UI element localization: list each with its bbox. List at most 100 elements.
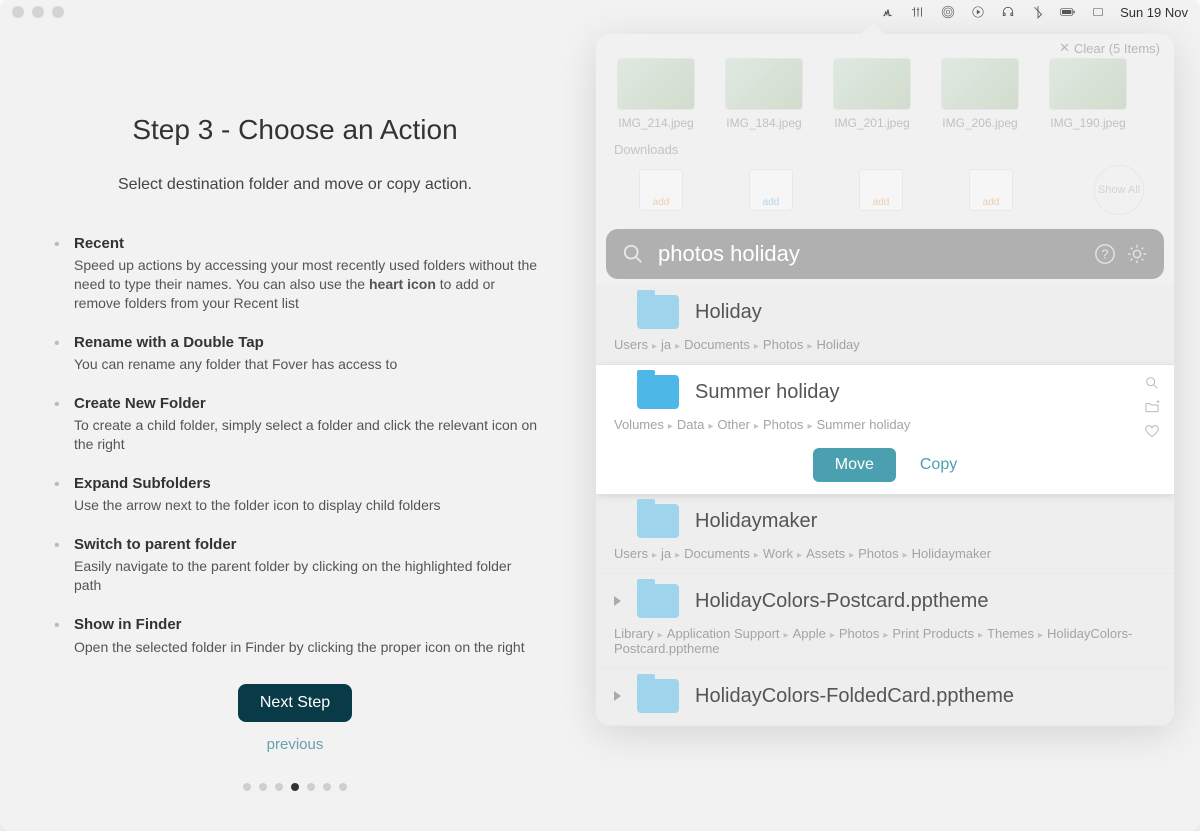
tip-title: Show in Finder xyxy=(74,615,540,635)
show-all-button[interactable]: Show All xyxy=(1094,165,1144,215)
tip-body: Open the selected folder in Finder by cl… xyxy=(74,639,525,655)
pager-dot[interactable] xyxy=(259,783,267,791)
result-head: Holidaymaker xyxy=(614,504,1156,538)
dock-icon xyxy=(1090,5,1106,19)
path-segment: Print Products xyxy=(892,626,974,641)
chevron-right-icon: ▸ xyxy=(883,630,888,641)
pager-dot[interactable] xyxy=(291,783,299,791)
results-list: HolidayUsers▸ja▸Documents▸Photos▸Holiday… xyxy=(596,285,1174,726)
new-folder-icon[interactable] xyxy=(1144,399,1160,415)
download-file-icon: add xyxy=(639,169,683,211)
panel-header: ✕ Clear (5 Items) xyxy=(596,34,1174,58)
upload-status-icon xyxy=(880,5,896,19)
tip-title: Switch to parent folder xyxy=(74,535,540,555)
tip-title: Create New Folder xyxy=(74,394,540,414)
path-segment: Summer holiday xyxy=(816,417,910,432)
path-segment: Photos xyxy=(763,337,803,352)
chevron-right-icon: ▸ xyxy=(652,550,657,561)
airdrop-icon xyxy=(940,5,956,19)
pager-dot[interactable] xyxy=(339,783,347,791)
result-title: Holidaymaker xyxy=(695,510,817,533)
download-item[interactable]: add xyxy=(956,169,1026,211)
minimize-window-button[interactable] xyxy=(32,6,44,18)
thumbnail-image xyxy=(833,58,911,110)
thumbnail-item[interactable]: IMG_201.jpeg xyxy=(828,58,916,130)
move-button[interactable]: Move xyxy=(813,448,896,482)
previous-link[interactable]: previous xyxy=(50,736,540,753)
result-item[interactable]: HolidayUsers▸ja▸Documents▸Photos▸Holiday xyxy=(596,285,1174,365)
headphones-icon xyxy=(1000,5,1016,19)
tip-item: Switch to parent folder Easily navigate t… xyxy=(50,535,540,595)
result-path[interactable]: Library▸Application Support▸Apple▸Photos… xyxy=(614,626,1156,656)
search-icon xyxy=(622,243,644,265)
result-item[interactable]: Summer holidayVolumes▸Data▸Other▸Photos▸… xyxy=(596,365,1174,494)
panel-caret-icon xyxy=(858,23,888,37)
zoom-window-button[interactable] xyxy=(52,6,64,18)
help-icon[interactable]: ? xyxy=(1094,243,1116,265)
search-input[interactable]: photos holiday xyxy=(658,241,1080,267)
expand-triangle-icon[interactable] xyxy=(614,596,621,606)
pager-dot[interactable] xyxy=(323,783,331,791)
chevron-right-icon: ▸ xyxy=(797,550,802,561)
result-item[interactable]: HolidaymakerUsers▸ja▸Documents▸Work▸Asse… xyxy=(596,494,1174,574)
path-segment: Holiday xyxy=(816,337,859,352)
thumbnail-item[interactable]: IMG_184.jpeg xyxy=(720,58,808,130)
chevron-right-icon: ▸ xyxy=(675,550,680,561)
result-path[interactable]: Users▸ja▸Documents▸Work▸Assets▸Photos▸Ho… xyxy=(614,546,1156,561)
expand-triangle-icon[interactable] xyxy=(614,691,621,701)
heart-icon[interactable] xyxy=(1144,423,1160,439)
result-item[interactable]: HolidayColors-FoldedCard.pptheme xyxy=(596,669,1174,726)
result-head: HolidayColors-Postcard.pptheme xyxy=(614,584,1156,618)
activity-icon xyxy=(910,5,926,19)
chevron-right-icon: ▸ xyxy=(784,630,789,641)
thumbnail-label: IMG_201.jpeg xyxy=(834,116,909,130)
copy-button[interactable]: Copy xyxy=(920,456,957,474)
thumbnail-label: IMG_190.jpeg xyxy=(1050,116,1125,130)
content: Step 3 - Choose an Action Select destina… xyxy=(0,24,1200,831)
chevron-right-icon: ▸ xyxy=(668,421,673,432)
thumbnail-label: IMG_214.jpeg xyxy=(618,116,693,130)
next-step-button[interactable]: Next Step xyxy=(238,684,352,722)
thumbnail-item[interactable]: IMG_190.jpeg xyxy=(1044,58,1132,130)
chevron-right-icon: ▸ xyxy=(754,341,759,352)
close-window-button[interactable] xyxy=(12,6,24,18)
chevron-right-icon: ▸ xyxy=(652,341,657,352)
download-item[interactable]: add xyxy=(626,169,696,211)
gear-icon[interactable] xyxy=(1126,243,1148,265)
tip-item: Rename with a Double TapYou can rename a… xyxy=(50,333,540,374)
reveal-in-finder-icon[interactable] xyxy=(1144,375,1160,391)
download-file-icon: add xyxy=(859,169,903,211)
thumbnail-image xyxy=(617,58,695,110)
download-item[interactable]: add xyxy=(846,169,916,211)
tip-body: Easily navigate to the parent folder by … xyxy=(74,558,511,593)
thumbnail-item[interactable]: IMG_214.jpeg xyxy=(612,58,700,130)
pager-dot[interactable] xyxy=(243,783,251,791)
downloads-heading: Downloads xyxy=(596,138,1174,165)
result-path[interactable]: Users▸ja▸Documents▸Photos▸Holiday xyxy=(614,337,1156,352)
downloads-row: add add add add Show All xyxy=(596,165,1174,229)
window-controls xyxy=(12,6,64,18)
menubar-date[interactable]: Sun 19 Nov xyxy=(1120,5,1188,20)
result-path[interactable]: Volumes▸Data▸Other▸Photos▸Summer holiday xyxy=(614,417,1156,432)
chevron-right-icon: ▸ xyxy=(849,550,854,561)
folder-icon xyxy=(637,504,679,538)
chevron-right-icon: ▸ xyxy=(754,421,759,432)
download-item[interactable]: add xyxy=(736,169,806,211)
battery-icon xyxy=(1060,5,1076,19)
path-segment: Users xyxy=(614,546,648,561)
thumbnail-item[interactable]: IMG_206.jpeg xyxy=(936,58,1024,130)
tip-body: Speed up actions by accessing your most … xyxy=(74,257,537,311)
result-head: Holiday xyxy=(614,295,1156,329)
folder-icon xyxy=(637,584,679,618)
clear-button[interactable]: ✕ Clear (5 Items) xyxy=(1059,40,1160,56)
pager-dot[interactable] xyxy=(275,783,283,791)
tip-title: Rename with a Double Tap xyxy=(74,333,540,353)
path-segment: ja xyxy=(661,546,671,561)
step-subtitle: Select destination folder and move or co… xyxy=(50,176,540,194)
tip-item: RecentSpeed up actions by accessing your… xyxy=(50,234,540,313)
result-item[interactable]: HolidayColors-Postcard.pptheme Library▸Ap… xyxy=(596,574,1174,669)
tip-item: Show in Finder Open the selected folder i… xyxy=(50,615,540,656)
pager-dot[interactable] xyxy=(307,783,315,791)
svg-text:?: ? xyxy=(1101,247,1108,262)
result-title: HolidayColors-FoldedCard.pptheme xyxy=(695,685,1014,708)
